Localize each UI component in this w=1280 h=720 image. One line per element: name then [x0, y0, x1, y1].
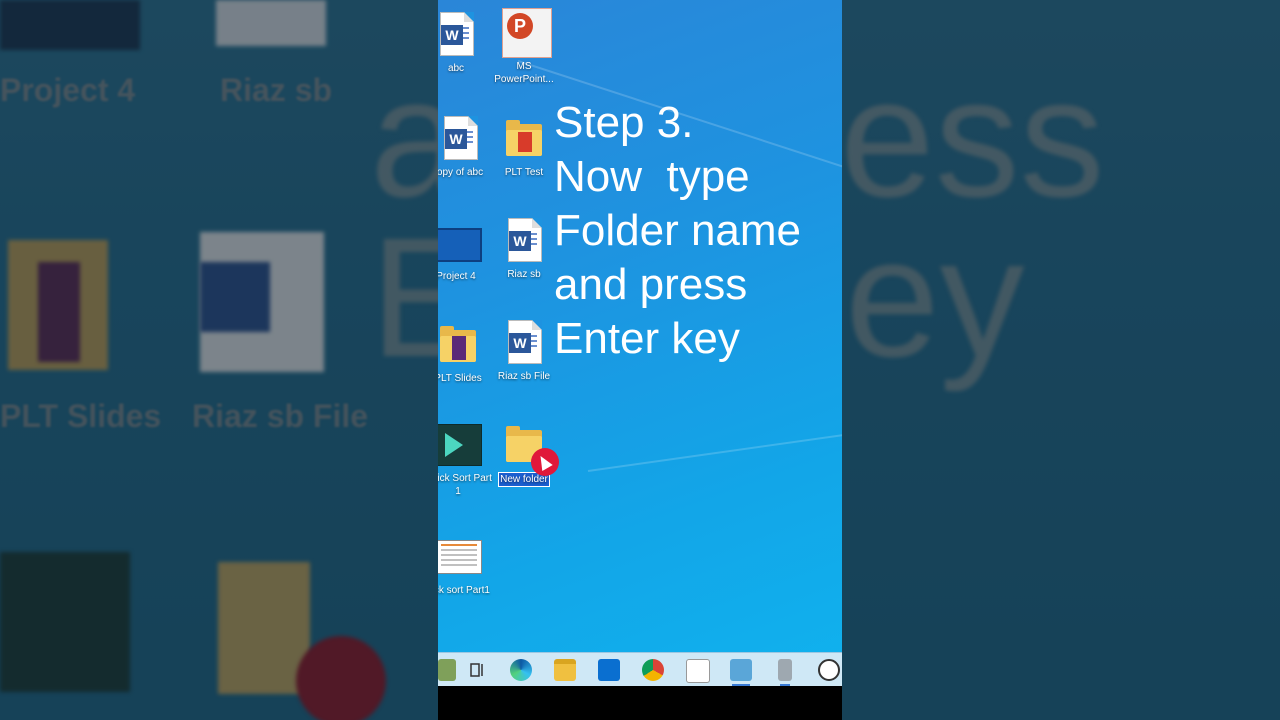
- icon-label: PLT Slides: [438, 373, 482, 384]
- video-thumbnail-icon: [438, 540, 482, 574]
- word-icon: W: [445, 129, 467, 149]
- instruction-text: Step 3. Now type Folder name and press E…: [554, 96, 801, 366]
- desktop-icon-plt-test[interactable]: PLT Test: [488, 114, 560, 179]
- word-icon: W: [441, 25, 463, 45]
- mail-icon[interactable]: [598, 659, 620, 681]
- icon-label: Riaz sb: [507, 269, 541, 280]
- edge-icon[interactable]: [510, 659, 532, 681]
- desktop-icon-powerpoint[interactable]: P MS PowerPoint...: [488, 8, 560, 86]
- desktop-icon-plt-slides[interactable]: PLT Slides: [438, 320, 494, 385]
- letterbox-bar: [438, 686, 842, 720]
- folder-icon: [506, 120, 542, 156]
- video-editor-icon: [438, 424, 482, 466]
- instruction-line-5: Enter key: [554, 314, 740, 363]
- icon-label: Quick Sort Part 1: [438, 473, 492, 497]
- desktop-screen: W abc P MS PowerPoint... W opy of abc PL…: [438, 0, 842, 720]
- icon-label: uick sort Part1: [438, 585, 490, 596]
- taskbar: [438, 652, 842, 687]
- instruction-line-3: Folder name: [554, 206, 802, 255]
- desktop-icon-abc[interactable]: W abc: [438, 10, 492, 75]
- search-tile[interactable]: [438, 659, 456, 681]
- desktop-icon-project-4[interactable]: Project 4: [438, 218, 492, 283]
- store-icon[interactable]: [686, 659, 710, 683]
- desktop-icon-quick-sort-part-1[interactable]: Quick Sort Part 1: [438, 420, 494, 498]
- microphone-icon[interactable]: [778, 659, 792, 686]
- video-thumbnail-icon: [438, 228, 482, 262]
- desktop-icon-riaz-sb-file[interactable]: W Riaz sb File: [488, 318, 560, 383]
- instruction-line-1: Step 3.: [554, 98, 694, 147]
- word-icon: W: [509, 231, 531, 251]
- icon-label: Project 4: [438, 271, 476, 282]
- word-icon: W: [509, 333, 531, 353]
- icon-label: abc: [447, 63, 465, 74]
- remote-desktop-icon[interactable]: [730, 659, 752, 686]
- instruction-line-4: and press: [554, 260, 748, 309]
- icon-label: PLT Test: [504, 167, 544, 178]
- recorder-icon[interactable]: [818, 659, 840, 681]
- desktop-icon-riaz-sb[interactable]: W Riaz sb: [488, 216, 560, 281]
- desktop-icon-quick-sort-part1[interactable]: uick sort Part1: [438, 532, 494, 597]
- icon-label: Riaz sb File: [497, 371, 551, 382]
- powerpoint-icon: P: [502, 8, 552, 58]
- icon-label: MS PowerPoint...: [494, 61, 554, 85]
- wallpaper-ray-2: [587, 428, 842, 472]
- chrome-icon[interactable]: [642, 659, 664, 681]
- folder-icon: [440, 326, 476, 362]
- file-explorer-icon[interactable]: [554, 659, 576, 681]
- task-view-icon[interactable]: [466, 659, 488, 681]
- instruction-line-2: Now type: [554, 152, 750, 201]
